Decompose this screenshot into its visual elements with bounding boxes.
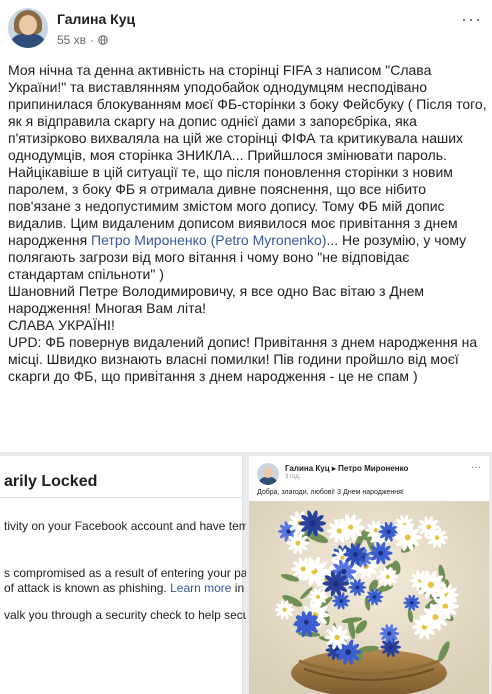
post-paragraph-5: UPD: ФБ повернув видалений допис! Привіт… [8, 334, 478, 384]
locked-line-3-text: of attack is known as phishing. [4, 581, 171, 595]
globe-icon[interactable] [98, 35, 108, 45]
locked-line-2: s compromised as a result of entering yo… [4, 566, 246, 580]
post-paragraph-1: Моя нічна та денна активність на сторінц… [8, 62, 487, 163]
author-avatar[interactable] [8, 8, 48, 48]
mini-post-title: Галина Куц ▸ Петро Мироненко [285, 464, 409, 473]
mini-post-text: Добра, злагоди, любові! З Днем народженн… [257, 489, 404, 496]
mini-options-icon: ··· [471, 462, 481, 473]
post-paragraph-3: Шановний Петре Володимировичу, я все одн… [8, 283, 425, 316]
birthday-screenshot-photo[interactable]: Галина Куц ▸ Петро Мироненко 3 год. ··· … [246, 452, 492, 694]
post-paragraph-4: СЛАВА УКРАЇНІ! [8, 317, 115, 333]
post-header: Галина Куц 55 хв · ··· [0, 0, 492, 56]
post-paragraph-2: Найцікавіше в цій ситуації те, що після … [8, 164, 488, 283]
post-meta: 55 хв · [57, 33, 108, 47]
locked-line-3: of attack is known as phishing. Learn mo… [4, 581, 246, 595]
post-options-button[interactable]: ··· [461, 10, 482, 28]
birthday-post-card: Галина Куц ▸ Петро Мироненко 3 год. ··· … [249, 456, 489, 694]
mini-post-time: 3 год. [285, 474, 301, 480]
post-photos: arily Locked tivity on your Facebook acc… [0, 452, 492, 694]
locked-screenshot-photo[interactable]: arily Locked tivity on your Facebook acc… [0, 452, 246, 694]
post-time[interactable]: 55 хв [57, 33, 86, 47]
locked-divider [0, 497, 243, 498]
mention-link[interactable]: Петро Мироненко (Petro Myronenko) [91, 232, 326, 248]
mini-avatar [257, 463, 279, 485]
author-name[interactable]: Галина Куц [57, 11, 135, 27]
locked-line-4: valk you through a security check to hel… [4, 608, 246, 622]
locked-screenshot-card: arily Locked tivity on your Facebook acc… [0, 456, 246, 694]
locked-title: arily Locked [4, 473, 98, 490]
learn-more-link[interactable]: Learn more [170, 581, 231, 595]
post-text: Моя нічна та денна активність на сторінц… [8, 62, 488, 385]
locked-line-3-end: in the H [234, 581, 246, 595]
locked-line-1: tivity on your Facebook account and have… [4, 519, 246, 533]
meta-separator: · [90, 33, 95, 47]
flower-bouquet-image [249, 501, 489, 694]
